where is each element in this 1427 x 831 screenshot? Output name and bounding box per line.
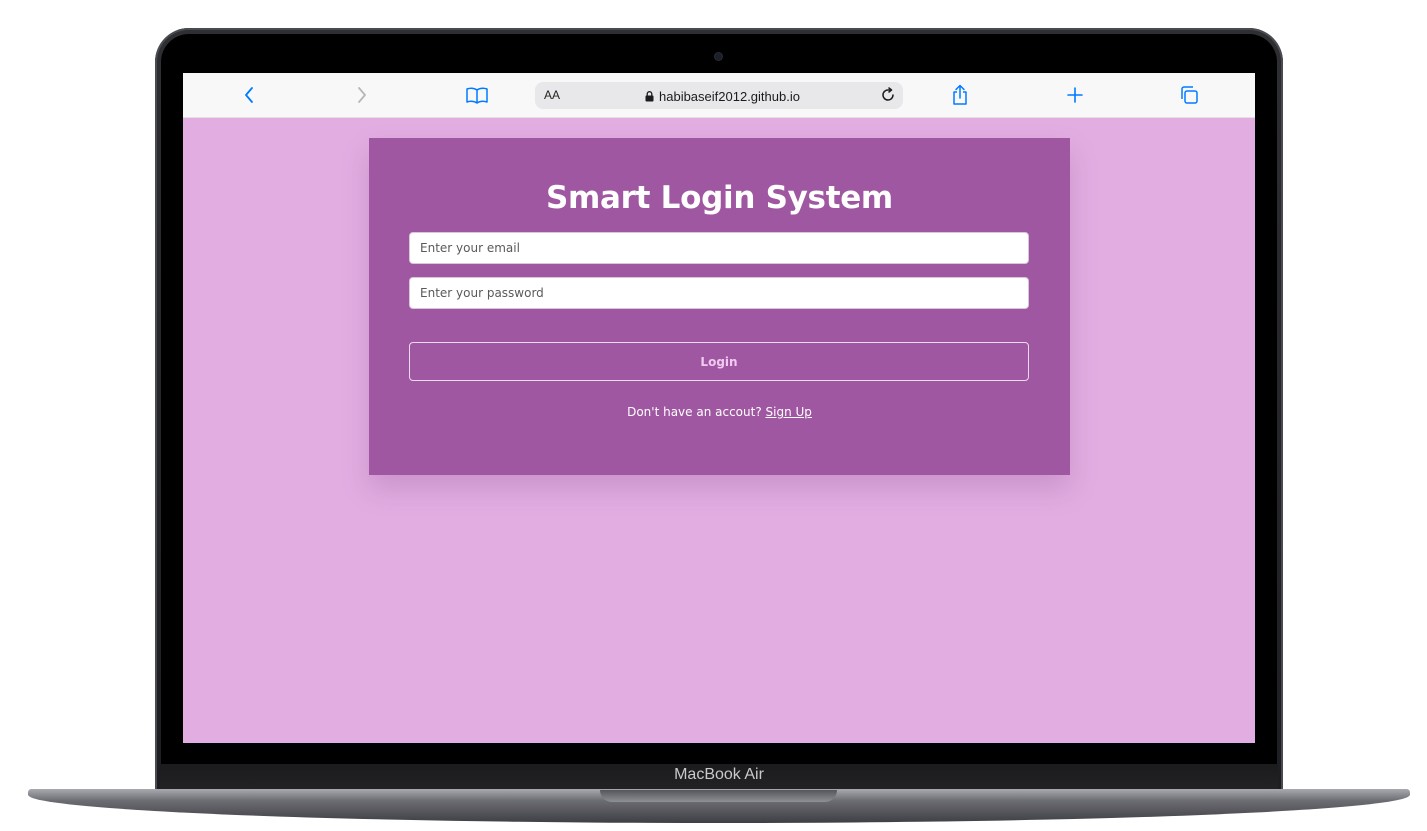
camera-icon bbox=[715, 53, 722, 60]
login-button[interactable]: Login bbox=[409, 342, 1029, 381]
plus-icon[interactable] bbox=[1062, 82, 1088, 108]
reload-icon[interactable] bbox=[879, 86, 897, 108]
web-page: Smart Login System Login Don't have an a… bbox=[183, 118, 1255, 743]
chevron-left-icon[interactable] bbox=[236, 82, 262, 108]
book-icon[interactable] bbox=[464, 82, 490, 108]
password-field[interactable] bbox=[409, 277, 1029, 309]
screen: AA habibaseif2012.github.io Smart Login … bbox=[183, 73, 1255, 743]
url-text: habibaseif2012.github.io bbox=[659, 88, 800, 104]
device-model-label: MacBook Air bbox=[674, 766, 764, 783]
signup-prompt-text: Don't have an accout? bbox=[627, 405, 762, 419]
address-bar[interactable]: AA habibaseif2012.github.io bbox=[535, 82, 903, 109]
email-field[interactable] bbox=[409, 232, 1029, 264]
url-display: habibaseif2012.github.io bbox=[645, 87, 805, 105]
stage: AA habibaseif2012.github.io Smart Login … bbox=[0, 0, 1427, 831]
tabs-icon[interactable] bbox=[1176, 82, 1202, 108]
share-icon[interactable] bbox=[947, 82, 973, 108]
page-title: Smart Login System bbox=[546, 180, 893, 216]
login-card: Smart Login System Login Don't have an a… bbox=[369, 138, 1070, 475]
browser-toolbar: AA habibaseif2012.github.io bbox=[183, 73, 1255, 118]
signup-link[interactable]: Sign Up bbox=[766, 405, 812, 419]
lock-icon bbox=[645, 90, 654, 101]
laptop-notch bbox=[600, 790, 837, 802]
chevron-right-icon[interactable] bbox=[349, 82, 375, 108]
signup-prompt: Don't have an accout? Sign Up bbox=[369, 405, 1070, 419]
text-size-button[interactable]: AA bbox=[544, 88, 560, 102]
